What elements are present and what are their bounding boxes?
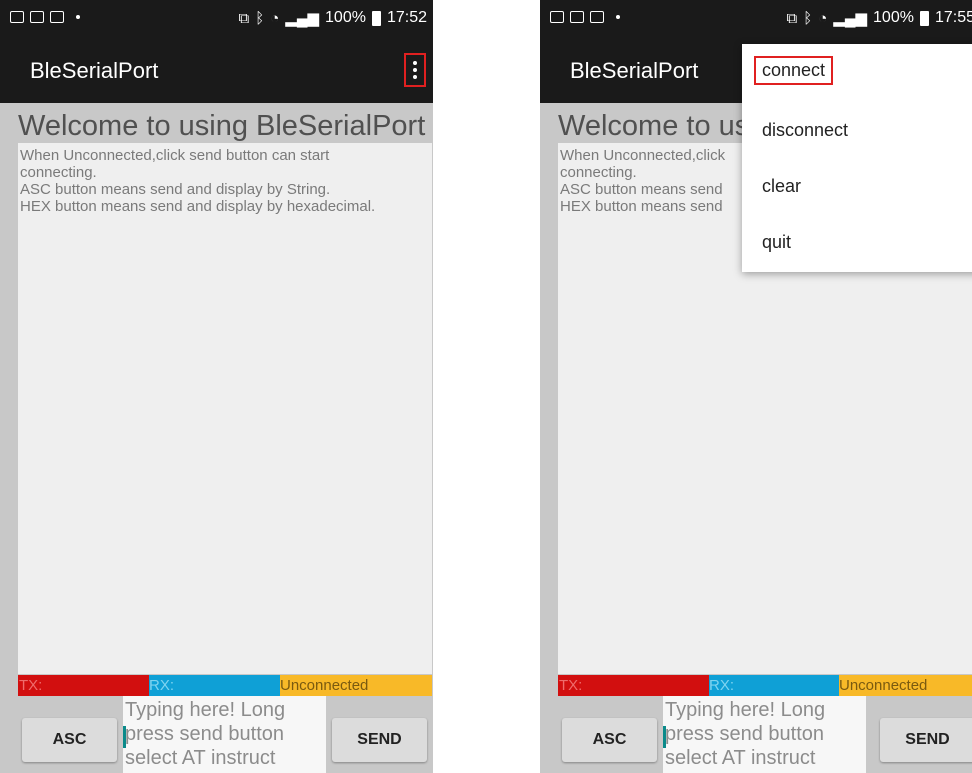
message-log[interactable]: When Unconnected,click send button can s… [18, 143, 432, 674]
text-caret [123, 726, 126, 748]
email-icon [30, 11, 44, 23]
menu-item-disconnect[interactable]: disconnect [762, 120, 848, 141]
battery-percent: 100% [325, 9, 366, 26]
input-placeholder-line: select AT instruct [125, 747, 276, 769]
log-line: connecting. [20, 164, 97, 181]
battery-percent: 100% [873, 9, 914, 26]
signal-icon: ▂▄▆ [833, 10, 868, 27]
asc-button[interactable]: ASC [562, 718, 657, 762]
notification-icons [10, 11, 80, 23]
log-line: ASC button means send and display by Str… [20, 181, 331, 198]
status-bar: ⧉ ᛒ ◔ ▂▄▆ 100% 17:52 [0, 0, 433, 38]
rx-counter: RX: [149, 675, 280, 696]
bluetooth-icon: ᛒ [255, 9, 265, 27]
connection-status: Unconnected [280, 675, 432, 696]
input-placeholder-line: Typing here! Long [665, 699, 826, 721]
more-notifications-icon [616, 15, 620, 19]
email-icon [590, 11, 604, 23]
message-input[interactable]: Typing here! Long press send button sele… [663, 696, 866, 773]
menu-item-quit[interactable]: quit [762, 232, 791, 253]
log-line: When Unconnected,click send button can s… [20, 147, 330, 164]
email-icon [50, 11, 64, 23]
connection-status-strip: TX: RX: Unconnected [558, 675, 972, 696]
menu-item-clear[interactable]: clear [762, 176, 801, 197]
bluetooth-icon: ᛒ [803, 9, 813, 27]
activity-icon [10, 11, 24, 23]
text-caret [663, 726, 666, 748]
notification-icons [550, 11, 620, 23]
app-title: BleSerialPort [570, 58, 699, 83]
rx-counter: RX: [709, 675, 839, 696]
wifi-icon: ◔ [818, 9, 828, 27]
input-placeholder-line: press send button [665, 723, 824, 745]
battery-icon [371, 10, 381, 26]
send-button[interactable]: SEND [332, 718, 427, 762]
message-input[interactable]: Typing here! Long press send button sele… [123, 696, 326, 773]
cast-icon: ⧉ [786, 9, 798, 27]
send-button[interactable]: SEND [880, 718, 972, 762]
input-placeholder-line: select AT instruct [665, 747, 816, 769]
wifi-icon: ◔ [270, 9, 280, 27]
clock: 17:52 [386, 9, 427, 26]
more-vertical-icon[interactable] [404, 53, 426, 87]
input-placeholder-line: press send button [125, 723, 284, 745]
log-line: HEX button means send and display by hex… [20, 198, 376, 215]
connection-status-strip: TX: RX: Unconnected [18, 675, 432, 696]
email-icon [550, 11, 564, 23]
status-bar: ⧉ ᛒ ◔ ▂▄▆ 100% 17:55 [540, 0, 972, 38]
connection-status: Unconnected [839, 675, 972, 696]
tx-counter: TX: [558, 675, 709, 696]
tx-counter: TX: [18, 675, 149, 696]
more-notifications-icon [76, 15, 80, 19]
phone-screen-left: ⧉ ᛒ ◔ ▂▄▆ 100% 17:52 BleSerialPort Welco… [0, 0, 433, 773]
cast-icon: ⧉ [238, 9, 250, 27]
asc-button[interactable]: ASC [22, 718, 117, 762]
menu-item-connect[interactable]: connect [754, 56, 834, 85]
welcome-heading: Welcome to us [558, 110, 750, 142]
battery-icon [919, 10, 929, 26]
welcome-heading: Welcome to using BleSerialPort [18, 110, 426, 142]
input-bar: ASC Typing here! Long press send button … [540, 696, 972, 773]
signal-icon: ▂▄▆ [285, 10, 320, 27]
clock: 17:55 [934, 9, 972, 26]
app-title: BleSerialPort [30, 58, 159, 83]
input-bar: ASC Typing here! Long press send button … [0, 696, 433, 773]
input-placeholder-line: Typing here! Long [125, 699, 286, 721]
app-bar: BleSerialPort [0, 38, 433, 103]
activity-icon [570, 11, 584, 23]
overflow-menu: connect disconnect clear quit [742, 44, 972, 272]
phone-screen-right: ⧉ ᛒ ◔ ▂▄▆ 100% 17:55 BleSerialPort Welco… [540, 0, 972, 773]
